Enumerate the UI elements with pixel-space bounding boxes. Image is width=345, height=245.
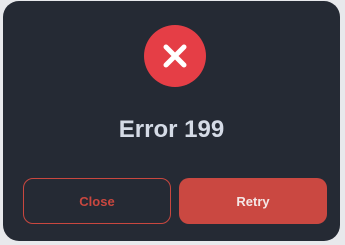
error-icon: [144, 25, 206, 87]
close-x-icon: [163, 44, 187, 68]
error-dialog: Error 199 Close Retry: [3, 1, 340, 241]
dialog-title: Error 199: [118, 116, 225, 143]
retry-button-label: Retry: [236, 193, 270, 209]
close-button-label: Close: [79, 193, 115, 209]
close-button[interactable]: Close: [23, 178, 171, 224]
retry-button[interactable]: Retry: [179, 178, 327, 224]
